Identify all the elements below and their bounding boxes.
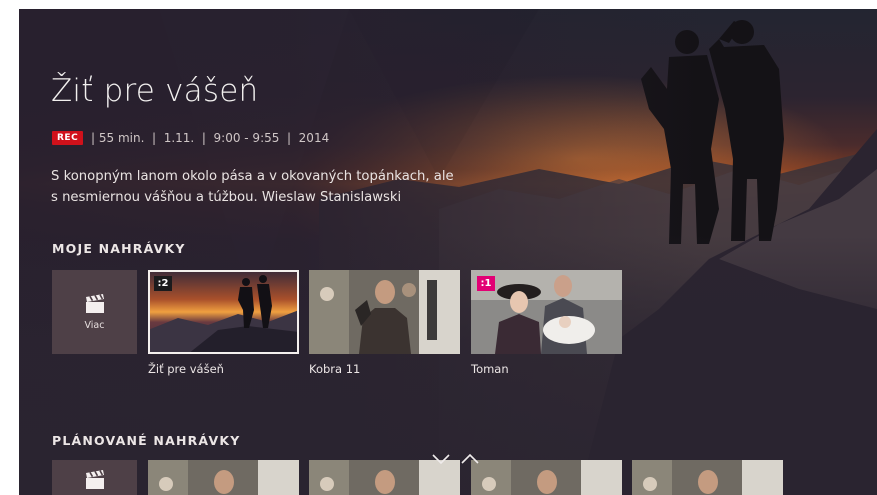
episode-badge: :1: [477, 276, 495, 291]
planned-thumbnail: [632, 460, 783, 495]
tv-screen: Žiť pre vášeň REC | 55 min. | 1.11. | 9:…: [19, 9, 877, 495]
planned-recordings-heading: PLÁNOVANÉ NAHRÁVKY: [52, 433, 241, 448]
more-recordings-button[interactable]: Viac: [52, 270, 137, 354]
planned-recording-tile[interactable]: [632, 460, 783, 495]
clapperboard-icon: [85, 470, 104, 489]
clapperboard-icon: [85, 293, 104, 313]
program-meta-text: | 55 min. | 1.11. | 9:00 - 9:55 | 2014: [87, 131, 330, 145]
recording-tile[interactable]: [309, 270, 460, 354]
planned-thumbnail: [309, 460, 460, 495]
my-recordings-heading: MOJE NAHRÁVKY: [52, 241, 186, 256]
planned-thumbnail: [148, 460, 299, 495]
rec-badge: REC: [52, 131, 84, 145]
planned-recording-tile[interactable]: [148, 460, 299, 495]
program-title: Žiť pre vášeň: [51, 73, 259, 109]
recording-tile[interactable]: :1: [471, 270, 622, 354]
chevron-down-icon[interactable]: [431, 453, 451, 465]
planned-recording-tile[interactable]: [309, 460, 460, 495]
recording-tile[interactable]: :2: [148, 270, 299, 354]
recording-caption: Toman: [471, 362, 509, 376]
planned-recording-tile[interactable]: [471, 460, 622, 495]
recording-caption: Kobra 11: [309, 362, 361, 376]
planned-more-button[interactable]: [52, 460, 137, 495]
recording-thumbnail: [309, 270, 460, 354]
program-meta: REC | 55 min. | 1.11. | 9:00 - 9:55 | 20…: [52, 131, 329, 145]
episode-badge: :2: [154, 276, 172, 291]
recording-caption: Žiť pre vášeň: [148, 362, 224, 376]
chevron-up-icon[interactable]: [460, 453, 480, 465]
more-label: Viac: [84, 319, 105, 331]
planned-thumbnail: [471, 460, 622, 495]
program-description: S konopným lanom okolo pása a v okovanýc…: [51, 169, 454, 205]
